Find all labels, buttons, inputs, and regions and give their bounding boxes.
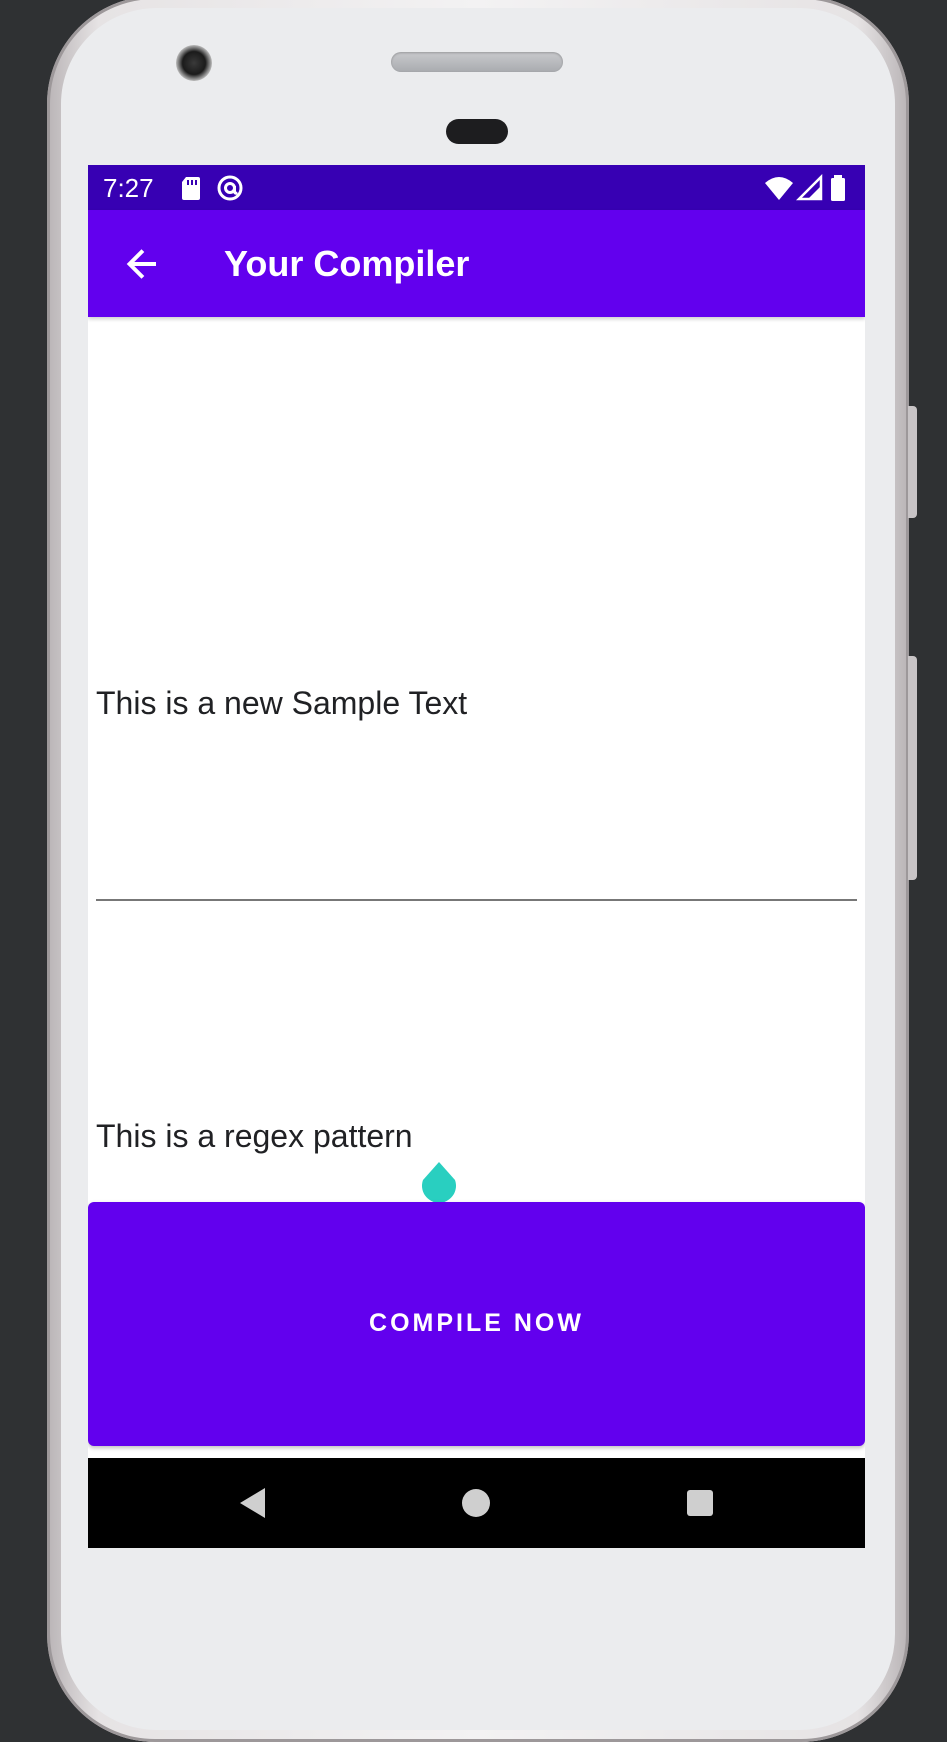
proximity-sensor (446, 119, 508, 144)
wifi-icon (765, 177, 793, 200)
compile-now-button[interactable]: COMPILE NOW (88, 1202, 865, 1446)
back-triangle-icon[interactable] (234, 1483, 274, 1523)
home-circle-icon[interactable] (456, 1483, 496, 1523)
status-bar: 7:27 (88, 165, 865, 210)
battery-icon (831, 175, 845, 201)
front-camera (176, 45, 212, 81)
phone-screen: 7:27 Your Compiler This is a new Sample … (88, 165, 865, 1548)
text-cursor-handle-icon[interactable] (419, 1161, 459, 1207)
side-button-upper (908, 406, 917, 518)
app-title: Your Compiler (224, 243, 470, 284)
compile-now-label: COMPILE NOW (369, 1309, 584, 1337)
regex-pattern-field[interactable]: This is a regex pattern (96, 755, 857, 1215)
app-bar: Your Compiler (88, 210, 865, 317)
sd-card-icon (182, 177, 200, 200)
side-button-lower (908, 656, 917, 880)
recents-square-icon[interactable] (680, 1483, 720, 1523)
navigation-bar (88, 1458, 865, 1548)
arrow-back-icon[interactable] (118, 240, 166, 288)
regex-pattern-value: This is a regex pattern (96, 1118, 413, 1154)
at-sign-icon (217, 175, 243, 201)
signal-icon (796, 174, 823, 201)
status-time: 7:27 (103, 173, 154, 203)
sample-text-value: This is a new Sample Text (96, 685, 468, 721)
earpiece-speaker (391, 52, 563, 72)
sample-text-field[interactable]: This is a new Sample Text (96, 317, 857, 901)
